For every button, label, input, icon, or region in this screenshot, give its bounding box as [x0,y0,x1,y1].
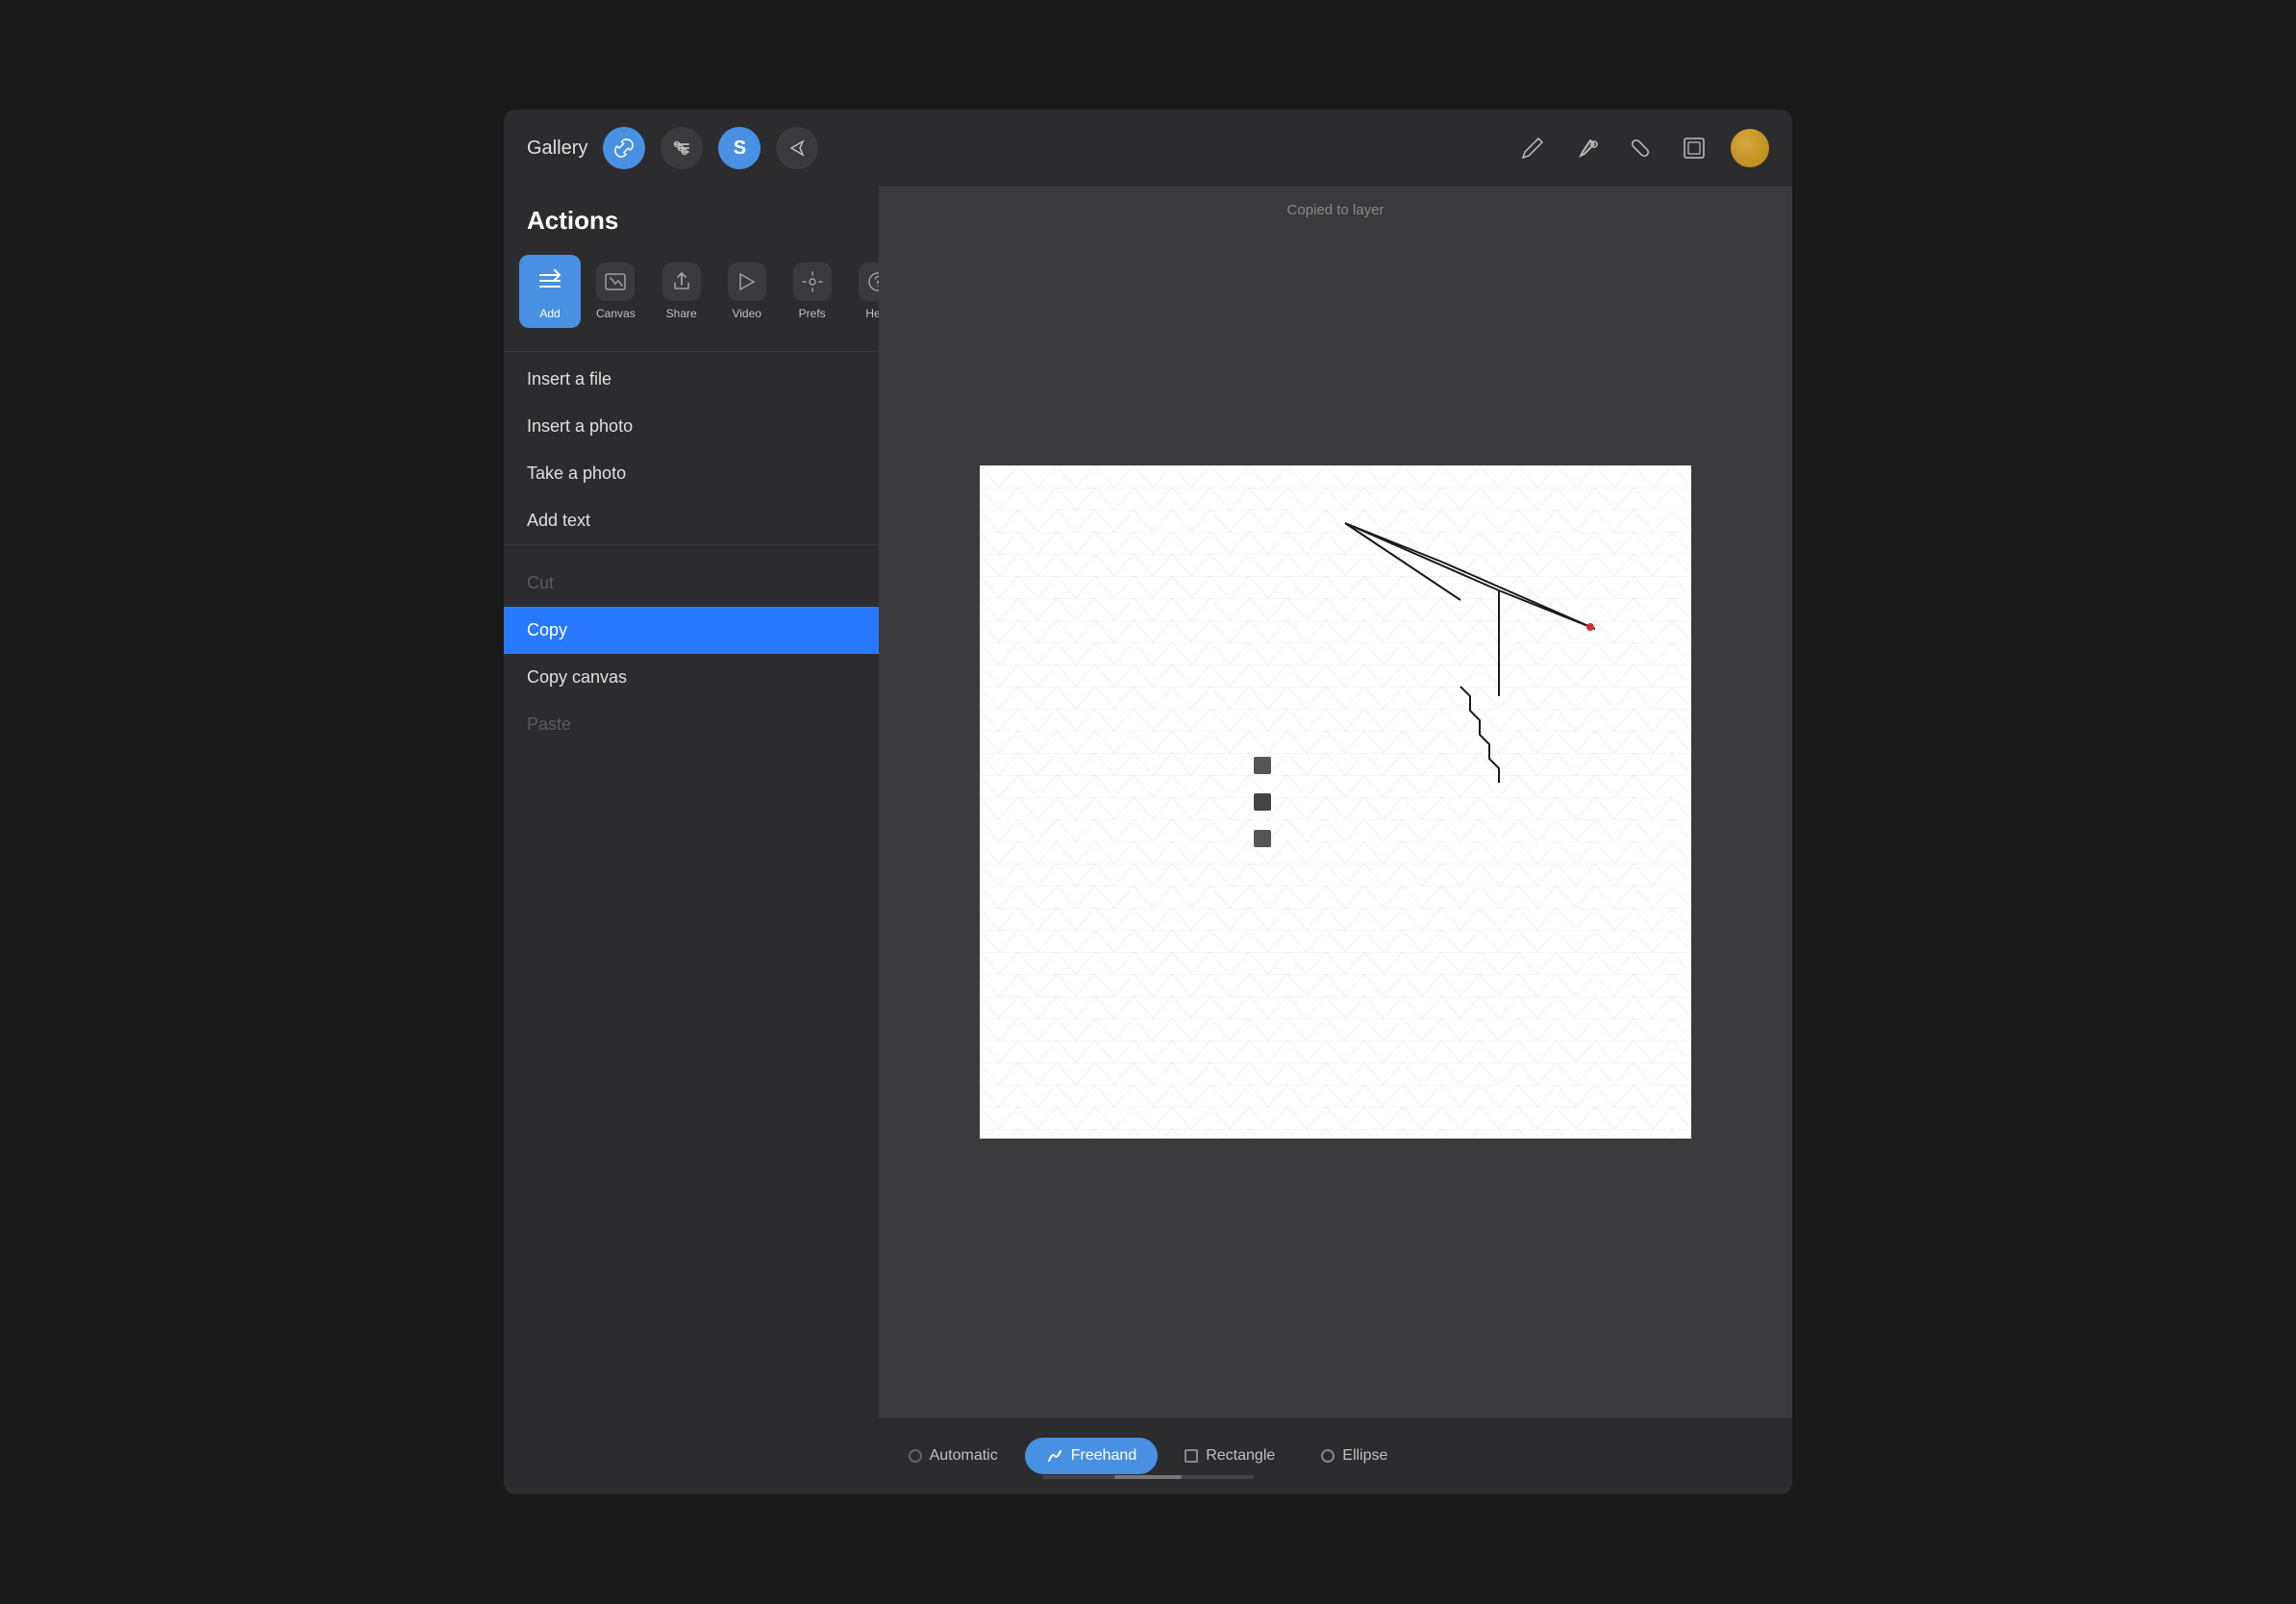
copy-item[interactable]: Copy [504,607,879,654]
actions-title: Actions [504,206,879,255]
toolbar-right [1515,129,1769,167]
thumb-2 [1254,793,1271,811]
toolbar-left: Gallery S [527,127,818,169]
arrow-icon [786,138,808,159]
slider-thumb [1114,1475,1182,1479]
automatic-label: Automatic [930,1447,998,1465]
ellipse-label: Ellipse [1342,1447,1387,1465]
automatic-dot [909,1449,922,1463]
take-photo-item[interactable]: Take a photo [504,450,879,497]
ellipse-button[interactable]: Ellipse [1302,1438,1407,1474]
add-icon [531,263,569,301]
adjust-icon [671,138,692,159]
copy-canvas-item[interactable]: Copy canvas [504,654,879,701]
main-content: Actions Add [504,187,1792,1417]
tab-add-label: Add [539,307,560,320]
marker-tool-button[interactable] [1623,131,1658,165]
prefs-icon [793,263,832,301]
ink-icon [1573,135,1600,162]
s-button[interactable]: S [718,127,761,169]
tab-share[interactable]: Share [651,255,712,328]
layers-icon [1681,135,1708,162]
side-thumbnails [1254,757,1271,847]
tab-canvas[interactable]: Canvas [585,255,647,328]
app-container: Gallery S [504,110,1792,1494]
cut-item: Cut [504,560,879,607]
tab-video-label: Video [732,307,761,320]
wrench-icon [613,138,635,159]
pen-tool-button[interactable] [1515,131,1550,165]
rectangle-dot [1185,1449,1198,1463]
tab-prefs-label: Prefs [799,307,826,320]
canvas-icon [596,263,635,301]
bottom-slider [1042,1475,1254,1479]
layers-button[interactable] [1677,131,1711,165]
tab-canvas-label: Canvas [596,307,636,320]
canvas-area[interactable]: Copied to layer [879,187,1792,1417]
drawing-canvas[interactable] [980,465,1691,1139]
ellipse-dot [1321,1449,1335,1463]
freehand-label: Freehand [1071,1447,1137,1465]
actions-tabs-row: Add Canvas [504,255,879,351]
share-icon [662,263,701,301]
tab-add[interactable]: Add [519,255,581,328]
pen-icon [1519,135,1546,162]
rectangle-label: Rectangle [1206,1447,1275,1465]
menu-divider [504,544,879,560]
tab-share-label: Share [666,307,697,320]
insert-file-item[interactable]: Insert a file [504,356,879,403]
freehand-button[interactable]: Freehand [1025,1438,1159,1474]
tab-prefs[interactable]: Prefs [782,255,843,328]
thumb-1 [1254,757,1271,774]
add-text-item[interactable]: Add text [504,497,879,544]
rectangle-button[interactable]: Rectangle [1165,1438,1294,1474]
bottom-toolbar: Automatic Freehand Rectangle Ellipse [504,1417,1792,1494]
marker-icon [1627,135,1654,162]
avatar-button[interactable] [1731,129,1769,167]
top-toolbar: Gallery S [504,110,1792,187]
tab-video[interactable]: Video [716,255,778,328]
actions-panel: Actions Add [504,187,879,1417]
wrench-button[interactable] [603,127,645,169]
gallery-button[interactable]: Gallery [527,138,587,160]
ink-tool-button[interactable] [1569,131,1604,165]
automatic-button[interactable]: Automatic [889,1438,1017,1474]
adjust-button[interactable] [661,127,703,169]
thumb-3 [1254,830,1271,847]
canvas-status-text: Copied to layer [1287,202,1385,218]
video-icon [728,263,766,301]
arrow-button[interactable] [776,127,818,169]
freehand-icon [1046,1447,1063,1465]
paste-item: Paste [504,701,879,748]
insert-photo-item[interactable]: Insert a photo [504,403,879,450]
menu-section-edit: Cut Copy Copy canvas Paste [504,560,879,748]
menu-section-files: Insert a file Insert a photo Take a phot… [504,351,879,544]
isometric-grid [980,465,1691,1139]
